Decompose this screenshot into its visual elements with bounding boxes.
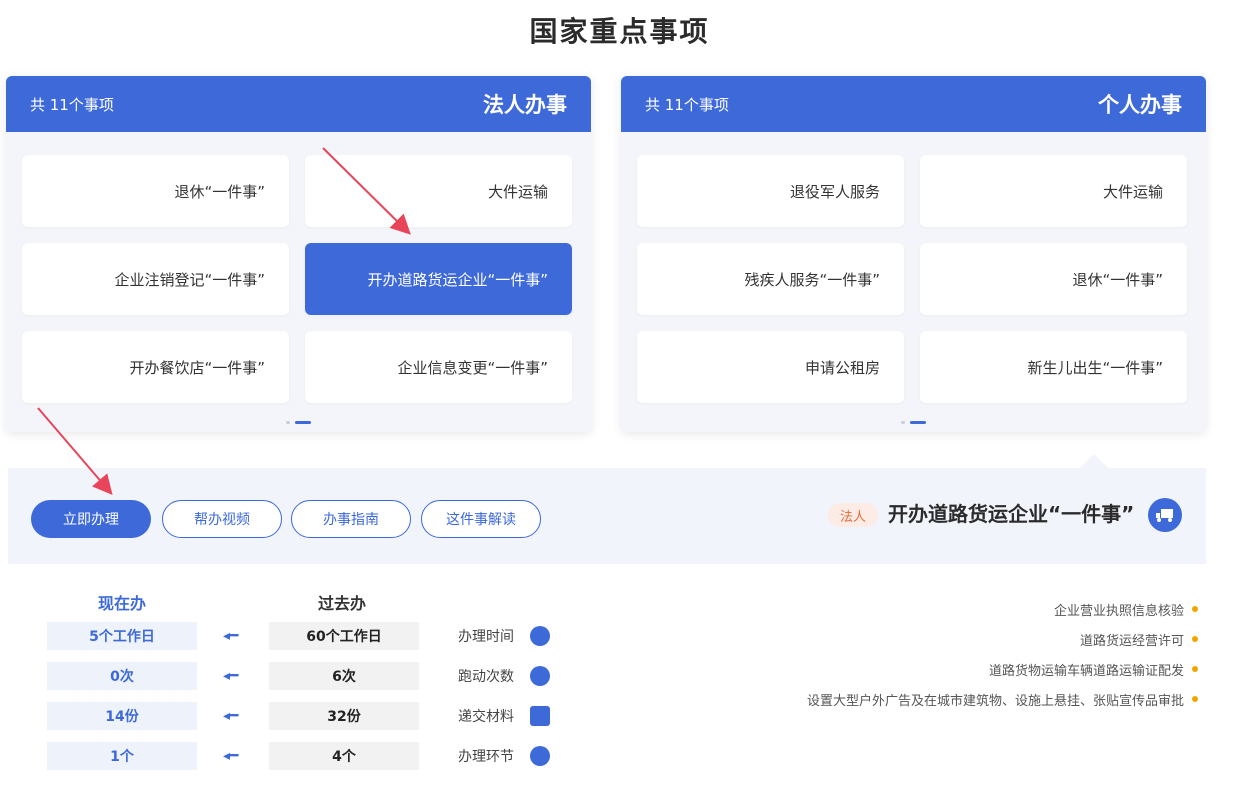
page-title: 国家重点事项 [529, 15, 710, 48]
arrow-icon: ◂━ [223, 708, 239, 724]
process-icon [530, 746, 550, 766]
detail-bar: 立即办理 帮办视频 办事指南 这件事解读 法人 开办道路货运企业“一件事” [8, 468, 1206, 564]
document-icon [530, 706, 550, 726]
past-header: 过去办 [318, 594, 367, 613]
service-guide-button[interactable]: 办事指南 [291, 500, 411, 538]
bullet-dot-icon [1192, 666, 1198, 672]
corporate-tile[interactable]: 企业注销登记“一件事” [22, 243, 289, 315]
bullet-dot-icon [1192, 636, 1198, 642]
pagination-dots[interactable] [6, 421, 591, 424]
running-icon [530, 666, 550, 686]
item-count: 共 11个事项 [645, 95, 729, 114]
past-value: 60个工作日 [269, 622, 419, 650]
past-value: 6次 [269, 662, 419, 690]
compare-row: 1个 ◂━ 4个 办理环节 [8, 742, 608, 770]
panel-header: 共 11个事项 法人办事 [6, 76, 591, 132]
category-tag: 法人 [828, 503, 879, 527]
step-list: 企业营业执照信息核验 道路货运经营许可 道路货物运输车辆道路运输证配发 设置大型… [768, 594, 1198, 714]
compare-row: 5个工作日 ◂━ 60个工作日 办理时间 [8, 622, 608, 650]
panel-name[interactable]: 法人办事 [483, 89, 567, 119]
apply-now-button[interactable]: 立即办理 [31, 500, 151, 538]
personal-tile[interactable]: 退休“一件事” [920, 243, 1187, 315]
comparison-section: 现在办 过去办 5个工作日 ◂━ 60个工作日 办理时间 0次 ◂━ 6次 跑动… [8, 564, 1206, 785]
interpretation-button[interactable]: 这件事解读 [421, 500, 541, 538]
corporate-tile[interactable]: 退休“一件事” [22, 155, 289, 227]
now-value: 0次 [47, 662, 197, 690]
now-value: 5个工作日 [47, 622, 197, 650]
past-value: 32份 [269, 702, 419, 730]
compare-row: 14份 ◂━ 32份 递交材料 [8, 702, 608, 730]
pagination-dots[interactable] [621, 421, 1206, 424]
now-value: 14份 [47, 702, 197, 730]
arrow-icon: ◂━ [223, 748, 239, 764]
personal-services-panel: 共 11个事项 个人办事 退役军人服务 大件运输 残疾人服务“一件事” 退休“一… [621, 76, 1206, 432]
list-item: 道路货运经营许可 [768, 624, 1198, 654]
item-count: 共 11个事项 [30, 95, 114, 114]
arrow-icon: ◂━ [223, 668, 239, 684]
list-item: 设置大型户外广告及在城市建筑物、设施上悬挂、张贴宣传品审批 [768, 684, 1198, 714]
page-dot[interactable] [286, 421, 290, 424]
row-label: 办理时间 [458, 629, 514, 645]
row-label: 跑动次数 [458, 669, 514, 685]
panel-name[interactable]: 个人办事 [1098, 89, 1182, 119]
compare-row: 0次 ◂━ 6次 跑动次数 [8, 662, 608, 690]
now-header: 现在办 [98, 594, 147, 613]
selection-pointer [1080, 454, 1108, 468]
personal-tile[interactable]: 新生儿出生“一件事” [920, 331, 1187, 403]
corporate-tile[interactable]: 开办餐饮店“一件事” [22, 331, 289, 403]
page-dot[interactable] [901, 421, 905, 424]
list-item: 道路货物运输车辆道路运输证配发 [768, 654, 1198, 684]
page-dot-active[interactable] [910, 421, 926, 424]
list-item: 企业营业执照信息核验 [768, 594, 1198, 624]
truck-icon [1148, 498, 1182, 532]
page-dot-active[interactable] [295, 421, 311, 424]
detail-title: 开办道路货运企业“一件事” [888, 502, 1135, 526]
personal-tile[interactable]: 申请公租房 [637, 331, 904, 403]
arrow-icon: ◂━ [223, 628, 239, 644]
clock-icon [530, 626, 550, 646]
guide-video-button[interactable]: 帮办视频 [162, 500, 282, 538]
past-value: 4个 [269, 742, 419, 770]
corporate-tile-selected[interactable]: 开办道路货运企业“一件事” [305, 243, 572, 315]
now-value: 1个 [47, 742, 197, 770]
row-label: 递交材料 [458, 709, 514, 725]
corporate-tile[interactable]: 大件运输 [305, 155, 572, 227]
bullet-dot-icon [1192, 696, 1198, 702]
personal-tile[interactable]: 退役军人服务 [637, 155, 904, 227]
personal-tile[interactable]: 残疾人服务“一件事” [637, 243, 904, 315]
panel-header: 共 11个事项 个人办事 [621, 76, 1206, 132]
bullet-dot-icon [1192, 606, 1198, 612]
corporate-services-panel: 共 11个事项 法人办事 退休“一件事” 大件运输 企业注销登记“一件事” 开办… [6, 76, 591, 432]
personal-tile[interactable]: 大件运输 [920, 155, 1187, 227]
row-label: 办理环节 [458, 749, 514, 765]
corporate-tile[interactable]: 企业信息变更“一件事” [305, 331, 572, 403]
